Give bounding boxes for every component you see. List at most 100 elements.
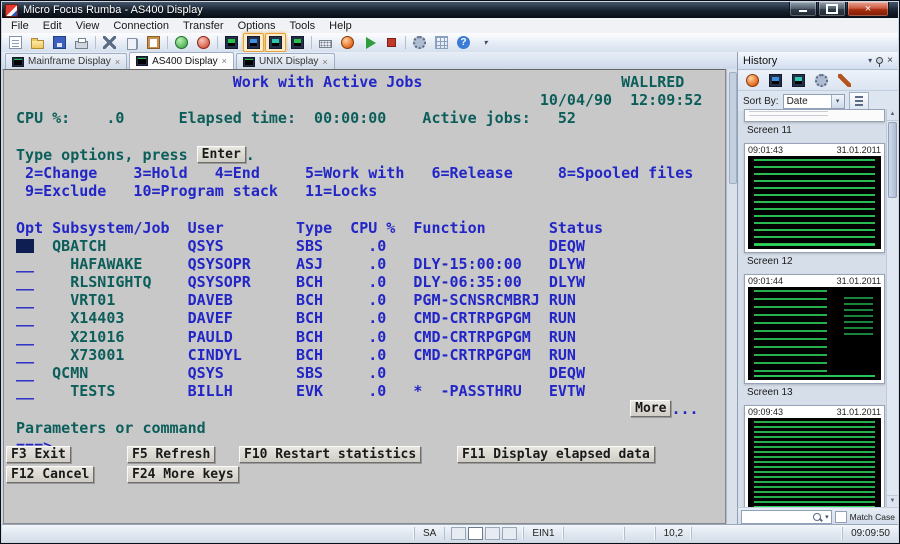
capture-date: 31.01.2011 bbox=[836, 145, 881, 155]
screen-title-line: Work with Active Jobs WALLRED bbox=[7, 73, 725, 91]
tab-as400-display[interactable]: AS400 Display × bbox=[129, 52, 234, 69]
terminal-screen[interactable]: Work with Active Jobs WALLRED 10/04/90 1… bbox=[4, 70, 725, 523]
capture-time: 09:09:43 bbox=[748, 407, 784, 417]
help-icon bbox=[457, 36, 470, 49]
annotate-button[interactable] bbox=[835, 71, 854, 89]
menu-help[interactable]: Help bbox=[322, 19, 359, 33]
hp-monitor-icon bbox=[291, 36, 304, 49]
tab-close-icon[interactable]: × bbox=[115, 57, 120, 67]
help-button[interactable] bbox=[453, 33, 474, 52]
tab-close-icon[interactable]: × bbox=[322, 57, 327, 67]
capture-button[interactable] bbox=[743, 71, 762, 89]
chevron-down-icon[interactable]: ▾ bbox=[825, 513, 829, 521]
keyboard-map-button[interactable] bbox=[315, 33, 336, 52]
new-session-button[interactable] bbox=[5, 33, 26, 52]
sort-by-select[interactable]: Date ▾ bbox=[782, 93, 845, 109]
scroll-down-icon[interactable]: ▼ bbox=[887, 495, 898, 507]
capture-date: 31.01.2011 bbox=[836, 407, 881, 417]
cpu-stats-line: CPU %: .0 Elapsed time: 00:00:00 Active … bbox=[7, 109, 725, 127]
close-button[interactable]: × bbox=[847, 2, 889, 17]
minimize-button[interactable] bbox=[789, 2, 817, 17]
cut-button[interactable] bbox=[99, 33, 120, 52]
more-tools-button[interactable] bbox=[475, 33, 496, 52]
pin-icon[interactable] bbox=[876, 57, 884, 67]
f11-elapsed-hotspot[interactable]: F11 Display elapsed data bbox=[457, 446, 655, 463]
macro-play-button[interactable] bbox=[359, 33, 380, 52]
tab-mainframe-display[interactable]: Mainframe Display × bbox=[5, 53, 128, 69]
menu-tools[interactable]: Tools bbox=[282, 19, 322, 33]
f3-exit-hotspot[interactable]: F3 Exit bbox=[6, 446, 71, 463]
sort-icon bbox=[854, 96, 863, 106]
job-row: QBATCH QSYS SBS .0 DEQW bbox=[7, 237, 725, 255]
history-thumbnail[interactable] bbox=[744, 109, 885, 122]
screen-thumbnail bbox=[748, 287, 881, 380]
menu-transfer[interactable]: Transfer bbox=[176, 19, 231, 33]
f10-restart-hotspot[interactable]: F10 Restart statistics bbox=[239, 446, 422, 463]
mainframe-display-button[interactable] bbox=[221, 33, 242, 52]
search-box[interactable]: ▾ bbox=[741, 509, 832, 524]
tab-label: AS400 Display bbox=[152, 55, 218, 67]
open-session-button[interactable] bbox=[27, 33, 48, 52]
capture-time: 09:01:44 bbox=[748, 276, 784, 286]
scroll-up-icon[interactable]: ▲ bbox=[887, 109, 898, 121]
toolbar-separator bbox=[405, 36, 406, 49]
play-icon bbox=[365, 36, 376, 49]
history-thumbnail[interactable]: 09:01:44 31.01.2011 bbox=[744, 274, 885, 384]
match-case-checkbox[interactable] bbox=[834, 510, 847, 523]
stop-icon bbox=[387, 38, 396, 47]
history-thumbnail[interactable]: 09:01:43 31.01.2011 bbox=[744, 143, 885, 253]
terminal-screen-icon bbox=[12, 56, 24, 67]
disconnect-button[interactable] bbox=[193, 33, 214, 52]
layout-button[interactable] bbox=[431, 33, 452, 52]
more-hotspot[interactable]: More bbox=[630, 400, 672, 418]
sort-direction-button[interactable] bbox=[848, 92, 869, 110]
job-row: __ X73001 CINDYL BCH .0 CMD-CRTRPGPGM RU… bbox=[7, 345, 576, 364]
scrollbar-thumb[interactable] bbox=[888, 122, 897, 198]
enter-hotspot[interactable]: Enter bbox=[196, 145, 246, 163]
copy-button[interactable] bbox=[121, 33, 142, 52]
titlebar: Micro Focus Rumba - AS400 Display × bbox=[2, 2, 898, 18]
screen-thumbnail bbox=[745, 110, 884, 120]
menu-view[interactable]: View bbox=[69, 19, 107, 33]
paste-button[interactable] bbox=[143, 33, 164, 52]
maximize-button[interactable] bbox=[818, 2, 846, 17]
f5-refresh-hotspot[interactable]: F5 Refresh bbox=[127, 446, 216, 463]
menu-connection[interactable]: Connection bbox=[106, 19, 176, 33]
indicator-box bbox=[468, 527, 484, 540]
macro-stop-button[interactable] bbox=[381, 33, 402, 52]
macro-record-button[interactable] bbox=[337, 33, 358, 52]
history-scrollbar[interactable]: ▲ ▼ bbox=[886, 109, 898, 507]
tab-unix-display[interactable]: UNIX Display × bbox=[235, 53, 335, 69]
panel-menu-icon[interactable]: ▾ bbox=[868, 56, 872, 66]
history-settings-button[interactable] bbox=[812, 71, 831, 89]
search-bar: ▾ Match Case bbox=[737, 507, 898, 525]
screens-icon bbox=[769, 73, 782, 87]
sort-by-value: Date bbox=[786, 95, 808, 107]
date-time-line: 10/04/90 12:09:52 bbox=[7, 91, 725, 109]
job-row: __ VRT01 DAVEB BCH .0 PGM-SCNSRCMBRJ RUN bbox=[7, 291, 576, 310]
f12-cancel-hotspot[interactable]: F12 Cancel bbox=[6, 466, 95, 483]
hp-display-button[interactable] bbox=[287, 33, 308, 52]
as400-display-button[interactable] bbox=[243, 33, 264, 52]
f24-more-keys-hotspot[interactable]: F24 More keys bbox=[127, 466, 239, 483]
screens-button[interactable] bbox=[766, 71, 785, 89]
compare-button[interactable] bbox=[789, 71, 808, 89]
parameters-line: Parameters or command bbox=[7, 418, 206, 437]
save-session-button[interactable] bbox=[49, 33, 70, 52]
app-icon bbox=[5, 3, 18, 17]
unix-display-button[interactable] bbox=[265, 33, 286, 52]
search-input[interactable] bbox=[744, 511, 814, 522]
history-thumbnail[interactable]: 09:09:43 31.01.2011 bbox=[744, 405, 885, 507]
menu-file[interactable]: File bbox=[4, 19, 36, 33]
menu-options[interactable]: Options bbox=[231, 19, 283, 33]
connect-button[interactable] bbox=[171, 33, 192, 52]
menu-edit[interactable]: Edit bbox=[36, 19, 69, 33]
scrollbar-thumb[interactable] bbox=[729, 72, 737, 184]
print-button[interactable] bbox=[71, 33, 92, 52]
settings-button[interactable] bbox=[409, 33, 430, 52]
cpu-stats: CPU %: .0 Elapsed time: 00:00:00 Active … bbox=[7, 109, 576, 128]
grid-icon bbox=[435, 36, 448, 49]
toolbar-separator bbox=[167, 36, 168, 49]
panel-close-icon[interactable]: × bbox=[887, 55, 893, 66]
tab-close-icon[interactable]: × bbox=[222, 56, 227, 66]
